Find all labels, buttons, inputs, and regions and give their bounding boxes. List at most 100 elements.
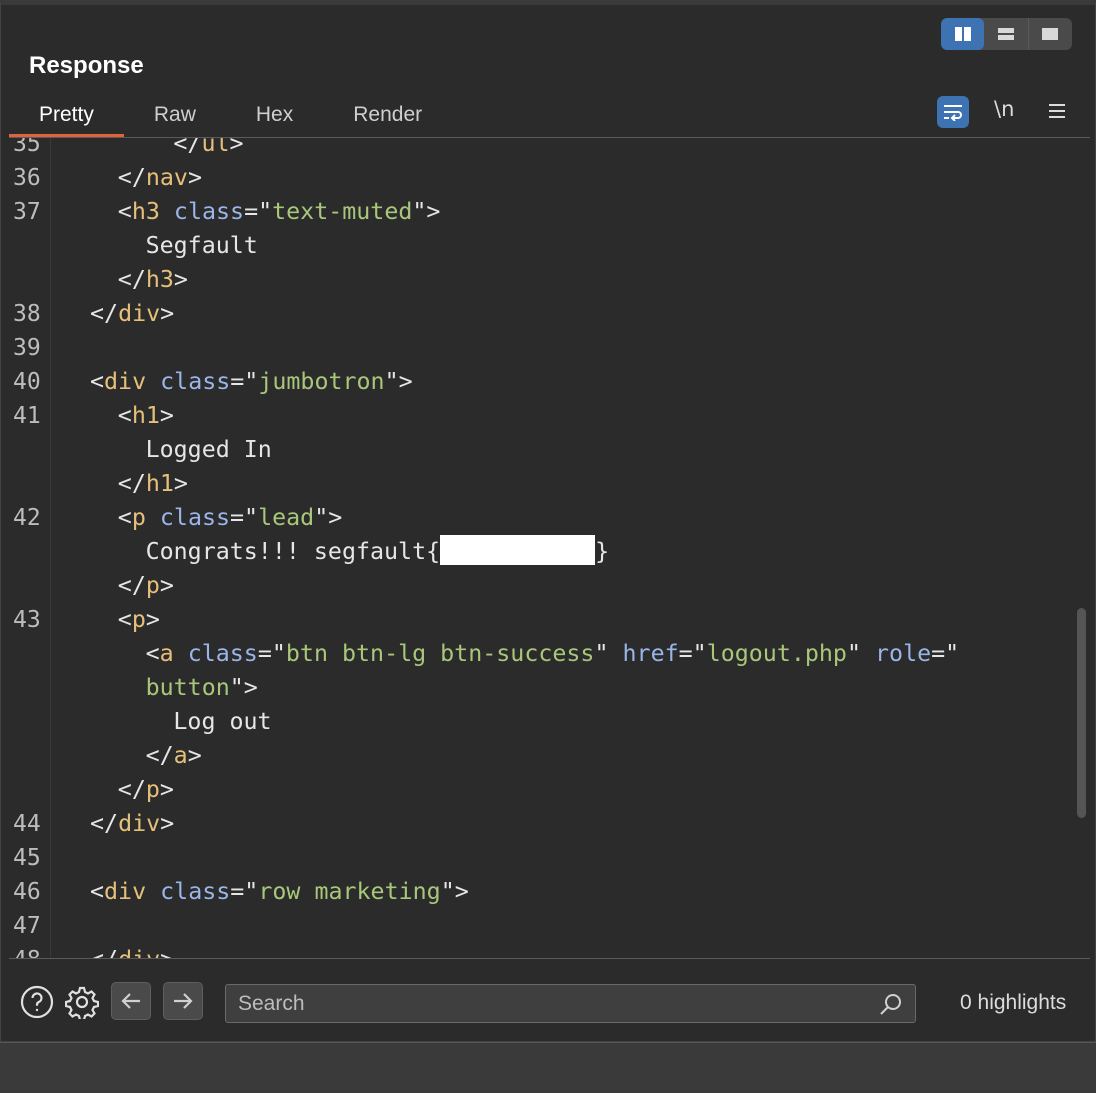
code-token: =" [230,878,259,905]
code-token: < [90,368,105,395]
code-line: 35 </ul> [9,138,1079,161]
show-newlines-button[interactable]: \n [994,97,1014,121]
code-token: > [229,138,244,157]
line-number [13,433,47,467]
code-token: < [117,606,132,633]
code-token: h3 [145,266,174,293]
code-token: Logged In [145,436,272,463]
code-token: =" [257,640,286,667]
code-token: h1 [131,402,160,429]
code-token: </ [173,138,202,157]
response-tabs: Pretty Raw Hex Render [9,97,452,138]
code-token: > [159,572,174,599]
tab-hex[interactable]: Hex [226,97,323,137]
code-token: < [117,402,132,429]
code-token: "> [229,674,258,701]
code-line: </h1> [9,467,1079,501]
code-token: =" [230,504,259,531]
line-number [13,637,47,671]
code-token: </ [90,810,119,837]
code-token: "> [440,878,469,905]
code-text: </h3> [118,263,188,297]
code-line: 41 <h1> [9,399,1079,433]
single-pane-button[interactable] [1027,18,1072,50]
code-line: Congrats!!! segfault{} [9,535,1079,569]
code-token: logout.php [706,640,847,667]
search-icon[interactable] [879,992,903,1016]
code-token: > [160,300,175,327]
line-number: 48 [13,943,47,958]
split-rows-button[interactable] [984,18,1027,50]
code-token: h3 [131,198,160,225]
line-number [13,569,47,603]
code-text: </a> [146,739,202,773]
code-token: </ [117,470,146,497]
options-menu-button[interactable] [1046,101,1068,123]
tab-pretty[interactable]: Pretty [9,97,124,138]
code-line: 44 </div> [9,807,1079,841]
code-token: Log out [173,708,272,735]
code-token: lead [258,504,315,531]
line-number: 36 [13,165,41,191]
code-text: <h3 class="text-muted"> [118,195,441,229]
code-text: Segfault [146,229,258,263]
response-panel: Response Pretty Raw Hex Render \n 35 </ul… [0,0,1096,1042]
word-wrap-button[interactable] [937,96,969,128]
code-token: > [173,266,188,293]
code-token: > [159,402,174,429]
code-token: div [118,300,161,327]
code-token: > [173,470,188,497]
code-line: 37 <h3 class="text-muted"> [9,195,1079,229]
code-line: Log out [9,705,1079,739]
word-wrap-icon [944,105,962,121]
code-text: button"> [146,671,258,705]
code-viewer[interactable]: 35 </ul> 36 </nav> 37 <h3 class="text-muted">… [9,138,1092,958]
code-token: button [145,674,230,701]
code-token: =" [678,640,707,667]
code-line: <a class="btn btn-lg btn-success" href="… [9,637,1079,671]
gear-icon [65,986,99,1019]
code-text: <p> [118,603,160,637]
code-token: text-muted [272,198,413,225]
code-token: div [118,810,161,837]
code-token: Congrats!!! segfault{ [145,538,441,565]
code-text: </nav> [118,161,202,195]
split-rows-icon [997,28,1014,40]
code-line: Segfault [9,229,1079,263]
window-bottom-strip [0,1042,1096,1093]
tab-raw[interactable]: Raw [124,97,226,137]
code-token: class [159,504,231,531]
line-number: 39 [13,335,41,361]
code-line: </p> [9,773,1079,807]
code-token: nav [145,164,188,191]
line-number: 37 [13,199,41,225]
code-token: div [118,946,160,958]
previous-match-button[interactable] [111,982,151,1020]
hamburger-menu-icon [1049,104,1065,118]
help-button[interactable] [20,985,54,1019]
code-token: </ [117,164,146,191]
line-number: 42 [13,505,41,531]
next-match-button[interactable] [163,982,203,1020]
vertical-scrollbar[interactable] [1077,608,1086,818]
code-line: </p> [9,569,1079,603]
code-line: 46 <div class="row marketing"> [9,875,1079,909]
line-number [13,671,47,705]
help-circle-icon [20,985,54,1019]
code-token: " [846,640,876,667]
code-text: </div> [90,297,174,331]
settings-button[interactable] [65,985,99,1019]
code-token: class [187,640,258,667]
code-line: Logged In [9,433,1079,467]
search-input[interactable] [226,985,866,1022]
line-number [13,467,47,501]
bottom-divider [9,958,1090,959]
split-columns-button[interactable] [941,18,985,50]
code-token: > [187,742,202,769]
code-line: 43 <p> [9,603,1079,637]
tab-render[interactable]: Render [323,97,452,137]
code-token: > [187,164,202,191]
